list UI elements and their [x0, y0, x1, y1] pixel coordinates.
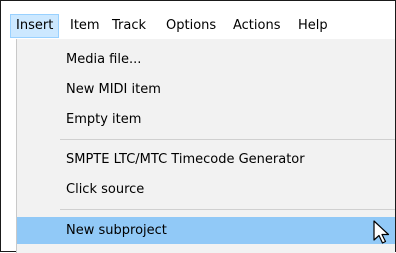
- menu-item-label: Empty item: [66, 112, 142, 127]
- menu-item-label: Media file...: [66, 52, 142, 67]
- menu-separator: [60, 209, 395, 210]
- menu-item-click-source[interactable]: Click source: [17, 176, 395, 203]
- mouse-pointer-icon: [373, 220, 390, 244]
- menu-actions[interactable]: Actions: [228, 15, 286, 37]
- menu-item-media-file[interactable]: Media file...: [17, 46, 395, 73]
- menu-item-smpte-timecode-generator[interactable]: SMPTE LTC/MTC Timecode Generator: [17, 146, 395, 173]
- menu-item[interactable]: Item: [65, 15, 105, 37]
- menu-item-label: New MIDI item: [66, 82, 161, 97]
- menu-item-label: Click source: [66, 182, 145, 197]
- menu-bar: Insert Item Track Options Actions Help: [10, 11, 386, 39]
- menu-item-new-subproject[interactable]: New subproject: [17, 217, 395, 244]
- menu-item-label: SMPTE LTC/MTC Timecode Generator: [66, 152, 305, 167]
- menu-separator: [60, 139, 395, 140]
- menu-track[interactable]: Track: [107, 15, 151, 37]
- application-window: Insert Item Track Options Actions Help M…: [0, 0, 396, 253]
- menu-help[interactable]: Help: [293, 15, 333, 37]
- menu-item-label: New subproject: [66, 223, 167, 238]
- insert-dropdown-menu: Media file... New MIDI item Empty item S…: [16, 39, 395, 253]
- menu-options[interactable]: Options: [161, 15, 221, 37]
- menu-insert[interactable]: Insert: [10, 14, 60, 38]
- menu-item-empty-item[interactable]: Empty item: [17, 106, 395, 133]
- menu-item-new-midi-item[interactable]: New MIDI item: [17, 76, 395, 103]
